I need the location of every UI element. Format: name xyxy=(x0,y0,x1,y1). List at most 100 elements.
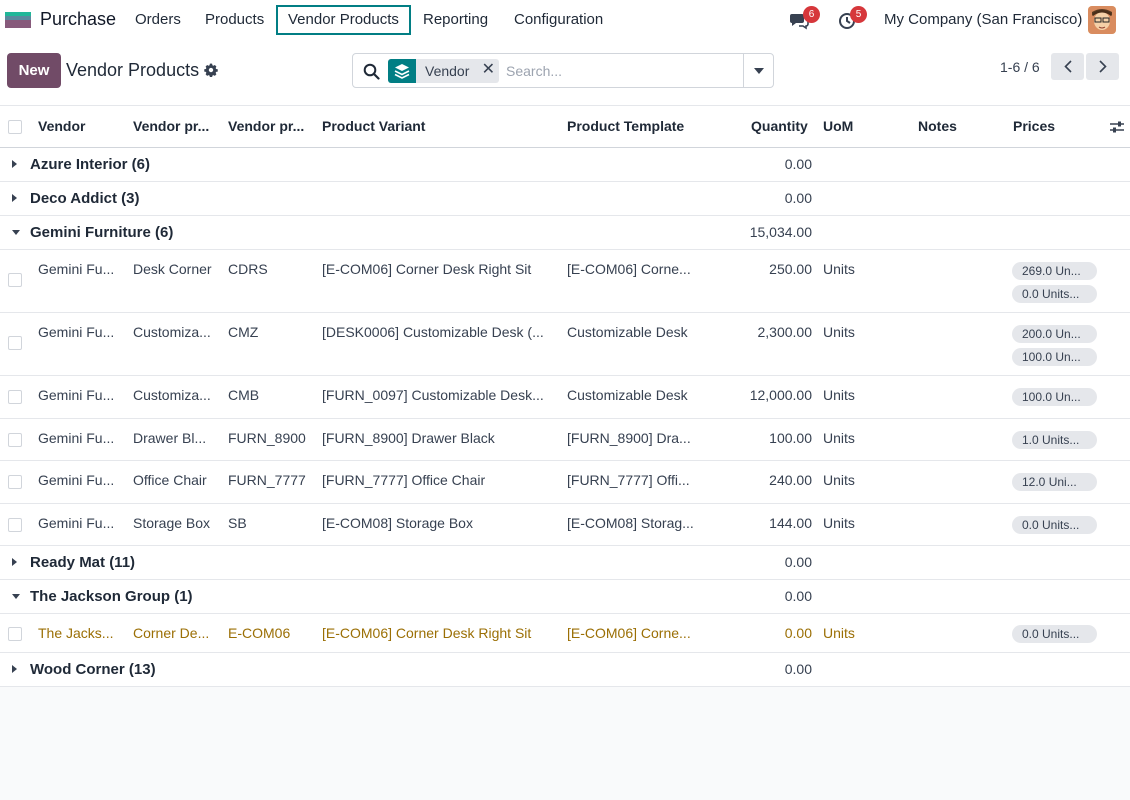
cell-product-variant: [FURN_7777] Office Chair xyxy=(322,472,486,488)
col-prices[interactable]: Prices xyxy=(1013,118,1055,134)
group-quantity: 0.00 xyxy=(784,190,812,206)
menu-reporting[interactable]: Reporting xyxy=(423,11,488,28)
page-title: Vendor Products xyxy=(66,60,200,80)
cell-quantity: 0.00 xyxy=(784,625,812,641)
price-tag: 100.0 Un... xyxy=(1012,388,1097,406)
col-vendor[interactable]: Vendor xyxy=(38,118,85,134)
cell-product-template: [E-COM06] Corne... xyxy=(567,261,691,277)
table-row[interactable]: Gemini Fu... Desk Corner CDRS [E-COM06] … xyxy=(0,250,1130,313)
cell-vendor-product-code: CDRS xyxy=(228,261,268,277)
group-row[interactable]: Ready Mat (11) 0.00 xyxy=(0,546,1130,580)
group-row[interactable]: Wood Corner (13) 0.00 xyxy=(0,653,1130,687)
cell-product-variant: [DESK0006] Customizable Desk (... xyxy=(322,324,544,340)
price-tag: 100.0 Un... xyxy=(1012,348,1097,366)
table-row[interactable]: Gemini Fu... Storage Box SB [E-COM08] St… xyxy=(0,504,1130,546)
control-panel: New Vendor Products Vendor ✕ Search... 1… xyxy=(0,40,1130,106)
company-switcher[interactable]: My Company (San Francisco) xyxy=(884,11,1082,28)
price-tag: 0.0 Units... xyxy=(1012,516,1097,534)
cell-prices: 269.0 Un... 0.0 Units... xyxy=(1012,262,1097,308)
col-quantity[interactable]: Quantity xyxy=(751,118,808,134)
group-row[interactable]: Deco Addict (3) 0.00 xyxy=(0,182,1130,216)
pager-next[interactable] xyxy=(1086,53,1119,80)
cell-product-template: [FURN_8900] Dra... xyxy=(567,430,691,446)
col-notes[interactable]: Notes xyxy=(918,118,957,134)
pager-value[interactable]: 1-6 / 6 xyxy=(1000,59,1040,75)
group-name: Gemini Furniture (6) xyxy=(30,224,174,241)
chevron-right-icon xyxy=(1098,60,1107,73)
menu-products[interactable]: Products xyxy=(205,11,264,28)
search-icon[interactable] xyxy=(363,63,380,80)
gear-icon[interactable] xyxy=(204,63,218,77)
col-uom[interactable]: UoM xyxy=(823,118,853,134)
cell-quantity: 250.00 xyxy=(769,261,812,277)
col-vendor-product-name[interactable]: Vendor pr... xyxy=(133,118,209,134)
menu-vendor-products[interactable]: Vendor Products xyxy=(276,5,411,35)
app-name[interactable]: Purchase xyxy=(40,9,116,30)
caret-down-icon xyxy=(754,67,764,74)
table-row[interactable]: Gemini Fu... Customiza... CMZ [DESK0006]… xyxy=(0,313,1130,376)
price-tag: 200.0 Un... xyxy=(1012,325,1097,343)
purchase-app-icon[interactable] xyxy=(5,12,31,28)
row-checkbox[interactable] xyxy=(8,390,22,404)
col-vendor-product-code[interactable]: Vendor pr... xyxy=(228,118,304,134)
cell-product-template: Customizable Desk xyxy=(567,387,688,403)
cell-uom: Units xyxy=(823,625,855,641)
caret-down-icon xyxy=(12,594,20,599)
cell-vendor: Gemini Fu... xyxy=(38,430,115,446)
col-product-variant[interactable]: Product Variant xyxy=(322,118,425,134)
menu-orders[interactable]: Orders xyxy=(135,11,181,28)
pager-previous[interactable] xyxy=(1051,53,1084,80)
menu-configuration[interactable]: Configuration xyxy=(514,11,603,28)
row-checkbox[interactable] xyxy=(8,336,22,350)
cell-uom: Units xyxy=(823,387,855,403)
row-checkbox[interactable] xyxy=(8,273,22,287)
cell-vendor-product-name: Customiza... xyxy=(133,387,211,403)
group-quantity: 0.00 xyxy=(784,554,812,570)
cell-quantity: 2,300.00 xyxy=(757,324,813,340)
search-options-toggle[interactable] xyxy=(743,54,774,87)
cell-vendor-product-name: Corner De... xyxy=(133,625,210,641)
search-input[interactable] xyxy=(506,61,736,81)
row-checkbox[interactable] xyxy=(8,433,22,447)
row-checkbox[interactable] xyxy=(8,627,22,641)
group-row[interactable]: Azure Interior (6) 0.00 xyxy=(0,148,1130,182)
cell-uom: Units xyxy=(823,515,855,531)
cell-quantity: 240.00 xyxy=(769,472,812,488)
search-bar: Vendor ✕ xyxy=(352,53,774,88)
cell-vendor: The Jacks... xyxy=(38,625,114,641)
cell-vendor-product-code: CMB xyxy=(228,387,260,403)
group-name: The Jackson Group (1) xyxy=(30,588,193,605)
cell-prices: 200.0 Un... 100.0 Un... xyxy=(1012,325,1097,371)
table-row[interactable]: Gemini Fu... Customiza... CMB [FURN_0097… xyxy=(0,376,1130,419)
groupby-facet: Vendor ✕ xyxy=(388,59,500,83)
caret-right-icon xyxy=(12,194,17,202)
col-product-template[interactable]: Product Template xyxy=(567,118,684,134)
top-navbar: Purchase Orders Products Vendor Products… xyxy=(0,0,1130,40)
cell-uom: Units xyxy=(823,261,855,277)
table-header: Vendor Vendor pr... Vendor pr... Product… xyxy=(0,106,1130,148)
group-row[interactable]: Gemini Furniture (6) 15,034.00 xyxy=(0,216,1130,250)
cell-vendor-product-name: Customiza... xyxy=(133,324,211,340)
group-row[interactable]: The Jackson Group (1) 0.00 xyxy=(0,580,1130,614)
row-checkbox[interactable] xyxy=(8,475,22,489)
cell-product-template: [E-COM08] Storag... xyxy=(567,515,694,531)
cell-product-template: Customizable Desk xyxy=(567,324,688,340)
cell-quantity: 12,000.00 xyxy=(749,387,812,403)
user-avatar[interactable] xyxy=(1088,6,1116,34)
vendor-products-table: Vendor Vendor pr... Vendor pr... Product… xyxy=(0,106,1130,687)
table-row[interactable]: Gemini Fu... Drawer Bl... FURN_8900 [FUR… xyxy=(0,419,1130,461)
facet-remove-icon[interactable]: ✕ xyxy=(477,59,499,83)
cell-product-template: [E-COM06] Corne... xyxy=(567,625,691,641)
table-row[interactable]: The Jacks... Corner De... E-COM06 [E-COM… xyxy=(0,614,1130,653)
select-all-checkbox[interactable] xyxy=(8,120,22,134)
cell-vendor: Gemini Fu... xyxy=(38,324,115,340)
optional-columns-icon[interactable] xyxy=(1109,119,1125,135)
table-row[interactable]: Gemini Fu... Office Chair FURN_7777 [FUR… xyxy=(0,461,1130,504)
cell-vendor-product-code: FURN_7777 xyxy=(228,472,306,488)
new-button[interactable]: New xyxy=(7,53,61,88)
group-name: Wood Corner (13) xyxy=(30,661,156,678)
row-checkbox[interactable] xyxy=(8,518,22,532)
cell-prices: 0.0 Units... xyxy=(1012,625,1097,648)
price-tag: 269.0 Un... xyxy=(1012,262,1097,280)
cell-vendor: Gemini Fu... xyxy=(38,387,115,403)
